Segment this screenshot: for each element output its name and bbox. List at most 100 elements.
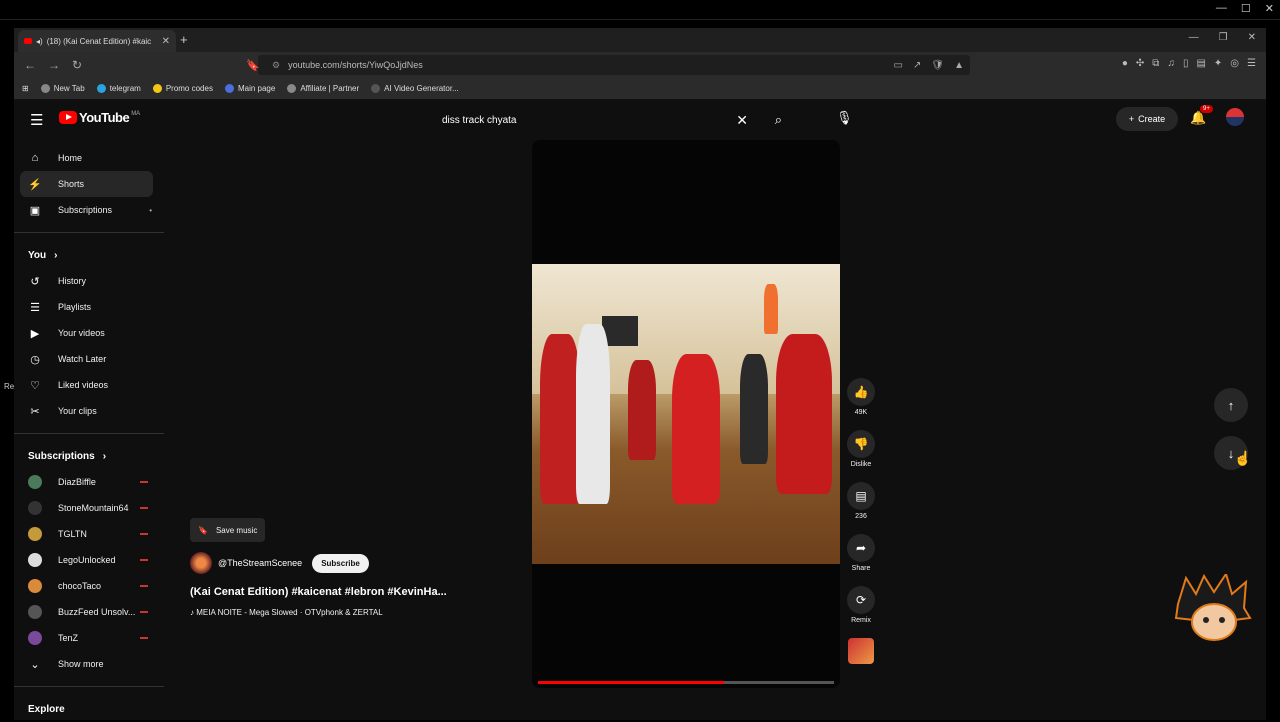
music-icon[interactable]: ♫	[1167, 58, 1175, 69]
comment-icon[interactable]: ▤	[847, 482, 875, 510]
subscribe-button[interactable]: Subscribe	[312, 553, 369, 573]
sidebar-explore-heading: Explore	[28, 703, 65, 715]
sidebar-item-subscriptions[interactable]: ▣ Subscriptions •	[14, 197, 164, 223]
clear-search-icon[interactable]: ✕	[736, 112, 748, 129]
sound-thumbnail-image[interactable]	[848, 638, 874, 664]
shorts-player[interactable]	[532, 140, 840, 688]
os-window-controls: — ☐ ✕	[1216, 2, 1274, 15]
sidebar-item-liked-videos[interactable]: ♡ Liked videos	[14, 372, 164, 398]
sidebar-item-playlists[interactable]: ☰ Playlists	[14, 294, 164, 320]
sidebar-channel[interactable]: StoneMountain64	[14, 495, 164, 521]
close-icon[interactable]: ✕	[1265, 2, 1274, 15]
bookmark-item[interactable]: AI Video Generator...	[371, 84, 459, 93]
site-info-icon[interactable]: ⚙	[272, 60, 280, 71]
menu-icon[interactable]: ☰	[1247, 58, 1256, 69]
bookmark-item[interactable]: telegram	[96, 84, 141, 93]
share-icon[interactable]: ➦	[847, 534, 875, 562]
minimize-icon[interactable]: —	[1216, 2, 1227, 15]
sidebar-item-history[interactable]: ↺ History	[14, 268, 164, 294]
wallet-icon[interactable]: ▤	[1196, 58, 1205, 69]
bookmark-item[interactable]: Main page	[224, 84, 275, 93]
search-icon[interactable]: ⌕	[775, 112, 782, 128]
sidebar-channel[interactable]: chocoTaco	[14, 573, 164, 599]
close-icon[interactable]: ✕	[1248, 32, 1256, 43]
avatar[interactable]	[1226, 108, 1244, 126]
url-text[interactable]: youtube.com/shorts/YiwQoJjdNes	[288, 60, 423, 70]
remix-icon[interactable]: ⟳	[847, 586, 875, 614]
close-tab-icon[interactable]: ✕	[162, 36, 170, 47]
sound-thumbnail[interactable]	[846, 638, 876, 664]
share-action[interactable]: ➦ Share	[846, 534, 876, 572]
sidebar-item-shorts[interactable]: ⚡ Shorts	[20, 171, 153, 197]
youtube-logo[interactable]: YouTube MA	[59, 110, 140, 125]
divider	[14, 232, 164, 233]
previous-short-button[interactable]: ↑	[1214, 388, 1248, 422]
cast-icon[interactable]: ▭	[894, 60, 903, 71]
comments-action[interactable]: ▤ 236	[846, 482, 876, 520]
reload-icon[interactable]: ↻	[72, 58, 82, 72]
tab-bar: ◂) (18) (Kai Cenat Edition) #kaic ✕ + — …	[14, 28, 1266, 52]
audio-icon[interactable]: ◂)	[36, 37, 43, 46]
video-frame[interactable]	[532, 264, 840, 564]
sidebar-icon[interactable]: ▯	[1183, 58, 1189, 69]
music-info[interactable]: ♪ MEIA NOITE - Mega Slowed · OTVphonk & …	[190, 608, 510, 617]
screenshot-icon[interactable]: ⧉	[1152, 58, 1159, 69]
ai-icon[interactable]: ✦	[1214, 58, 1222, 69]
thumbs-up-icon[interactable]: 👍	[847, 378, 875, 406]
microphone-icon[interactable]: 🎙	[836, 110, 853, 126]
remix-action[interactable]: ⟳ Remix	[846, 586, 876, 624]
logo-text: YouTube	[79, 110, 130, 125]
channel-avatar	[28, 501, 42, 515]
apps-icon[interactable]: ⊞	[22, 84, 29, 93]
forward-icon[interactable]: →	[48, 58, 60, 72]
video-progress-bar[interactable]	[538, 681, 834, 684]
sidebar-item-watch-later[interactable]: ◷ Watch Later	[14, 346, 164, 372]
sidebar-item-home[interactable]: ⌂ Home	[14, 145, 164, 171]
puzzle-icon[interactable]: ✣	[1136, 58, 1144, 69]
sidebar-channel[interactable]: TGLTN	[14, 521, 164, 547]
minimize-icon[interactable]: —	[1189, 32, 1199, 43]
sidebar-item-your-clips[interactable]: ✂ Your clips	[14, 398, 164, 424]
history-icon: ↺	[30, 275, 40, 288]
bookmark-item[interactable]: Affiliate | Partner	[287, 84, 359, 93]
save-music-button[interactable]: 🔖 Save music	[190, 518, 266, 542]
sidebar-channel[interactable]: TenZ	[14, 625, 164, 651]
channel-avatar[interactable]	[190, 552, 212, 574]
search-value[interactable]: diss track chyata	[442, 115, 516, 126]
search-input[interactable]: diss track chyata ✕ ⌕	[430, 106, 782, 134]
shield-icon[interactable]: 🛡	[931, 60, 944, 71]
country-code: MA	[131, 110, 141, 117]
address-bar[interactable]: 🔖 ⚙ youtube.com/shorts/YiwQoJjdNes ▭ ↗ 🛡…	[246, 55, 970, 75]
restore-icon[interactable]: ❐	[1219, 32, 1228, 43]
subscriptions-icon: ▣	[29, 204, 41, 217]
chevron-right-icon: ›	[54, 249, 58, 261]
maximize-icon[interactable]: ☐	[1241, 2, 1251, 15]
sidebar-subscriptions-heading[interactable]: Subscriptions ›	[14, 443, 164, 469]
sidebar-you-heading[interactable]: You ›	[14, 242, 164, 268]
channel-row: @TheStreamSceneе Subscribe	[190, 552, 510, 574]
create-button[interactable]: + Create	[1116, 107, 1178, 131]
bookmark-icon[interactable]: 🔖	[246, 59, 260, 72]
new-tab-icon[interactable]: +	[180, 32, 188, 47]
bookmark-item[interactable]: Promo codes	[152, 84, 213, 93]
sidebar-channel[interactable]: LegoUnlocked	[14, 547, 164, 573]
sidebar-channel[interactable]: DiazBiffle	[14, 469, 164, 495]
like-action[interactable]: 👍 49K	[846, 378, 876, 416]
thumbs-down-icon[interactable]: 👎	[847, 430, 875, 458]
share-icon[interactable]: ↗	[913, 60, 921, 71]
bookmark-item[interactable]: New Tab	[40, 84, 85, 93]
show-more-button[interactable]: ⌄ Show more	[14, 651, 164, 677]
liked-videos-icon: ♡	[30, 379, 40, 392]
channel-name[interactable]: @TheStreamSceneе	[218, 558, 302, 568]
guide-menu-icon[interactable]: ☰	[30, 111, 43, 129]
video-title[interactable]: (Kai Cenat Edition) #kaicenat #lebron #K…	[190, 586, 510, 598]
dislike-action[interactable]: 👎 Dislike	[846, 430, 876, 468]
notification-badge: 9+	[1200, 105, 1213, 113]
vpn-icon[interactable]: ◎	[1230, 58, 1239, 69]
browser-tab[interactable]: ◂) (18) (Kai Cenat Edition) #kaic ✕	[18, 30, 176, 52]
rewards-icon[interactable]: ▲	[954, 60, 964, 71]
back-icon[interactable]: ←	[24, 58, 36, 72]
sidebar-item-your-videos[interactable]: ▶ Your videos	[14, 320, 164, 346]
extension-icon[interactable]: ●	[1122, 58, 1128, 69]
sidebar-channel[interactable]: BuzzFeed Unsolv...	[14, 599, 164, 625]
